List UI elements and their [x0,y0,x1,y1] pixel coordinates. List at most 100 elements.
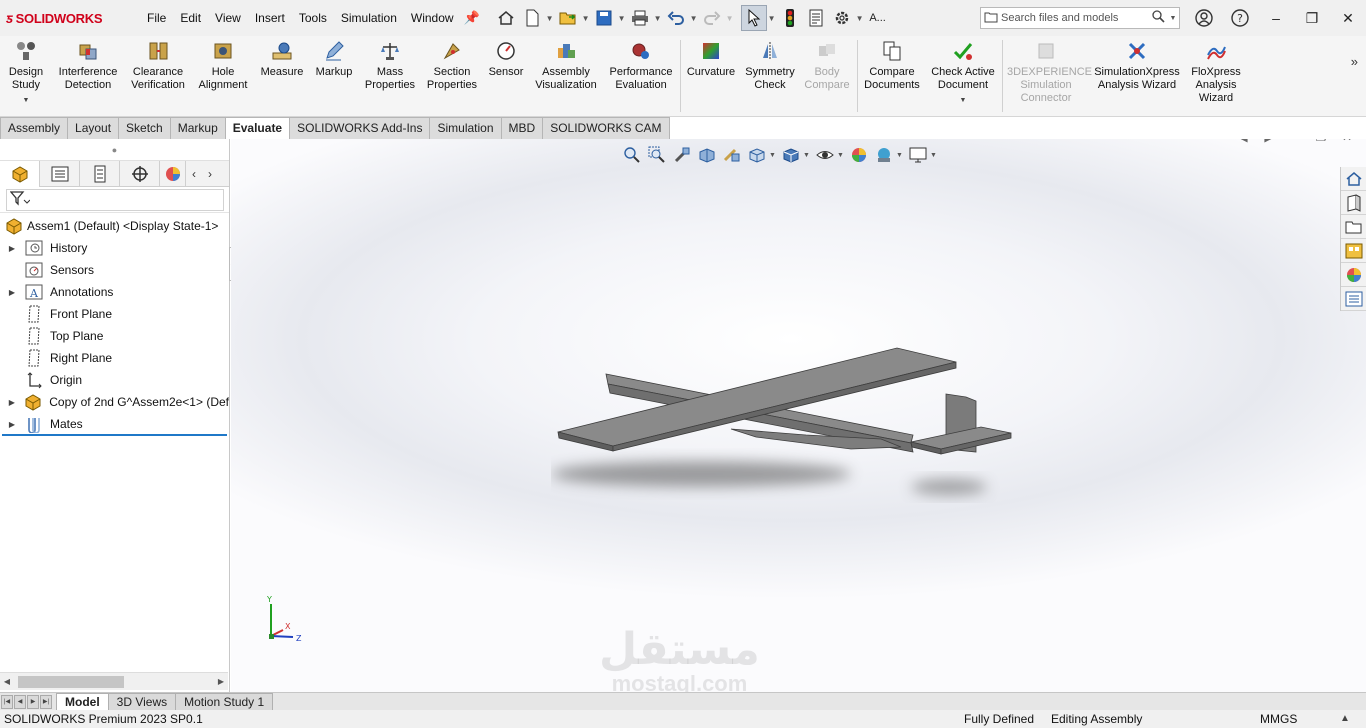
reference-triad[interactable]: Y X Z [261,594,311,644]
unit-system[interactable]: MMGS [1260,710,1297,728]
tree-item-front-plane[interactable]: Front Plane [0,303,229,325]
search-input[interactable]: Search files and models ▼ [980,7,1180,29]
display-style-icon[interactable] [778,144,803,166]
mass-properties-button[interactable]: Mass Properties [363,40,417,92]
tab-layout[interactable]: Layout [67,117,120,139]
next-tab-icon[interactable]: ▶ [27,694,39,709]
propertymanager-icon[interactable] [40,161,80,187]
menu-tools[interactable]: Tools [292,0,334,36]
tab-assembly[interactable]: Assembly [0,117,69,139]
scroll-right-icon[interactable]: ▶ [214,677,228,686]
close-icon[interactable]: ✕ [1330,0,1366,36]
options-gear-icon[interactable] [829,5,855,31]
tree-item-subassembly[interactable]: ▶ Copy of 2nd G^Assem2e<1> (Def [0,391,229,413]
help-icon[interactable]: ? [1222,0,1258,36]
hide-show-items-icon[interactable] [812,144,837,166]
section-properties-button[interactable]: Section Properties [424,40,480,92]
expand-arrow-icon[interactable]: ▶ [0,288,24,297]
chevron-down-icon[interactable]: ▼ [960,94,967,107]
apply-scene-icon[interactable] [871,144,896,166]
chevron-down-icon[interactable]: ▼ [767,14,777,23]
symmetry-check-button[interactable]: Symmetry Check [742,40,798,92]
tabs-scroll-left-icon[interactable]: ‹ [186,161,202,187]
ribbon-overflow-icon[interactable]: » [1351,54,1358,69]
scrollbar-thumb[interactable] [18,676,124,688]
assembly-visualization-button[interactable]: Assembly Visualization [532,40,600,92]
unit-system-chevron-up-icon[interactable]: ▲ [1340,710,1350,728]
check-active-document-button[interactable]: Check Active Document ▼ [929,40,997,107]
panel-grip-icon[interactable]: ● [0,139,229,161]
chevron-down-icon[interactable]: ▼ [581,14,591,23]
document-close-icon[interactable]: ✕ [1334,139,1360,149]
chevron-down-icon[interactable]: ▼ [23,94,30,107]
menu-file[interactable]: File [140,0,173,36]
tree-item-mates[interactable]: ▶ Mates [0,413,229,435]
expand-arrow-icon[interactable]: ▶ [0,398,24,407]
chevron-down-icon[interactable]: ▼ [689,14,699,23]
magnifier-icon[interactable] [1149,10,1167,26]
configurationmanager-icon[interactable] [80,161,120,187]
tree-root-assembly[interactable]: Assem1 (Default) <Display State-1> [0,215,229,237]
first-tab-icon[interactable]: |◀ [1,694,13,709]
pin-icon[interactable]: 📌 [461,10,483,26]
toolbar-overflow[interactable]: A... [865,5,891,31]
view-settings-icon[interactable] [905,144,930,166]
rebuild-traffic-light-icon[interactable] [777,5,803,31]
chevron-down-icon[interactable]: ▼ [930,152,939,159]
minimize-icon[interactable]: – [1258,0,1294,36]
search-chevron-down-icon[interactable]: ▼ [1167,15,1179,22]
tree-item-history[interactable]: ▶ History [0,237,229,259]
tab-mbd[interactable]: MBD [500,117,544,139]
featuremanager-tree-icon[interactable] [0,161,40,187]
home-icon[interactable] [493,5,519,31]
new-document-icon[interactable] [519,5,545,31]
tabs-scroll-right-icon[interactable]: › [202,161,218,187]
open-folder-icon[interactable] [555,5,581,31]
tab-evaluate[interactable]: Evaluate [224,117,291,139]
compare-documents-button[interactable]: Compare Documents [861,40,923,92]
scroll-left-icon[interactable]: ◀ [0,677,14,686]
tree-item-sensors[interactable]: Sensors [0,259,229,281]
tab-solidworks-cam[interactable]: SOLIDWORKS CAM [542,117,670,139]
chevron-down-icon[interactable]: ▼ [803,152,812,159]
tab-simulation[interactable]: Simulation [429,117,502,139]
design-study-button[interactable]: Design Study ▼ [4,40,48,107]
save-icon[interactable] [591,5,617,31]
performance-evaluation-button[interactable]: Performance Evaluation [606,40,676,92]
tab-model[interactable]: Model [56,693,109,710]
file-properties-icon[interactable] [803,5,829,31]
appearances-scenes-icon[interactable] [1341,263,1366,287]
solidworks-resources-home-icon[interactable] [1341,167,1366,191]
measure-button[interactable]: Measure [258,40,306,79]
chevron-down-icon[interactable]: ▼ [617,14,627,23]
graphics-area[interactable]: ▼ ▼ ▼ ▼ ▼ ◀ ▶ – ❐ ✕ [231,139,1366,692]
user-account-icon[interactable] [1186,0,1222,36]
tree-item-origin[interactable]: Origin [0,369,229,391]
previous-document-icon[interactable]: ◀ [1230,139,1256,149]
hole-alignment-button[interactable]: Hole Alignment [196,40,250,92]
menu-edit[interactable]: Edit [173,0,208,36]
tree-end-rollback-bar[interactable] [2,434,227,436]
dynamic-annotation-views-icon[interactable] [719,144,744,166]
tree-item-right-plane[interactable]: Right Plane [0,347,229,369]
tab-solidworks-add-ins[interactable]: SOLIDWORKS Add-Ins [289,117,431,139]
expand-arrow-icon[interactable]: ▶ [0,420,24,429]
markup-button[interactable]: Markup [312,40,356,79]
next-document-icon[interactable]: ▶ [1256,139,1282,149]
chevron-down-icon[interactable]: ▼ [769,152,778,159]
airplane-model[interactable] [551,339,1021,509]
chevron-down-icon[interactable]: ▼ [896,152,905,159]
zoom-to-area-icon[interactable] [644,144,669,166]
dimxpertmanager-icon[interactable] [120,161,160,187]
menu-view[interactable]: View [208,0,248,36]
filter-funnel-icon[interactable] [9,190,31,209]
floxpress-button[interactable]: FloXpress Analysis Wizard [1188,40,1244,105]
tree-filter-input[interactable] [6,188,224,211]
tab-sketch[interactable]: Sketch [118,117,171,139]
previous-view-icon[interactable] [669,144,694,166]
tab-markup[interactable]: Markup [169,117,226,139]
document-restore-icon[interactable]: ❐ [1308,139,1334,149]
document-minimize-icon[interactable]: – [1282,139,1308,149]
zoom-to-fit-icon[interactable] [619,144,644,166]
sensor-button[interactable]: Sensor [485,40,527,79]
